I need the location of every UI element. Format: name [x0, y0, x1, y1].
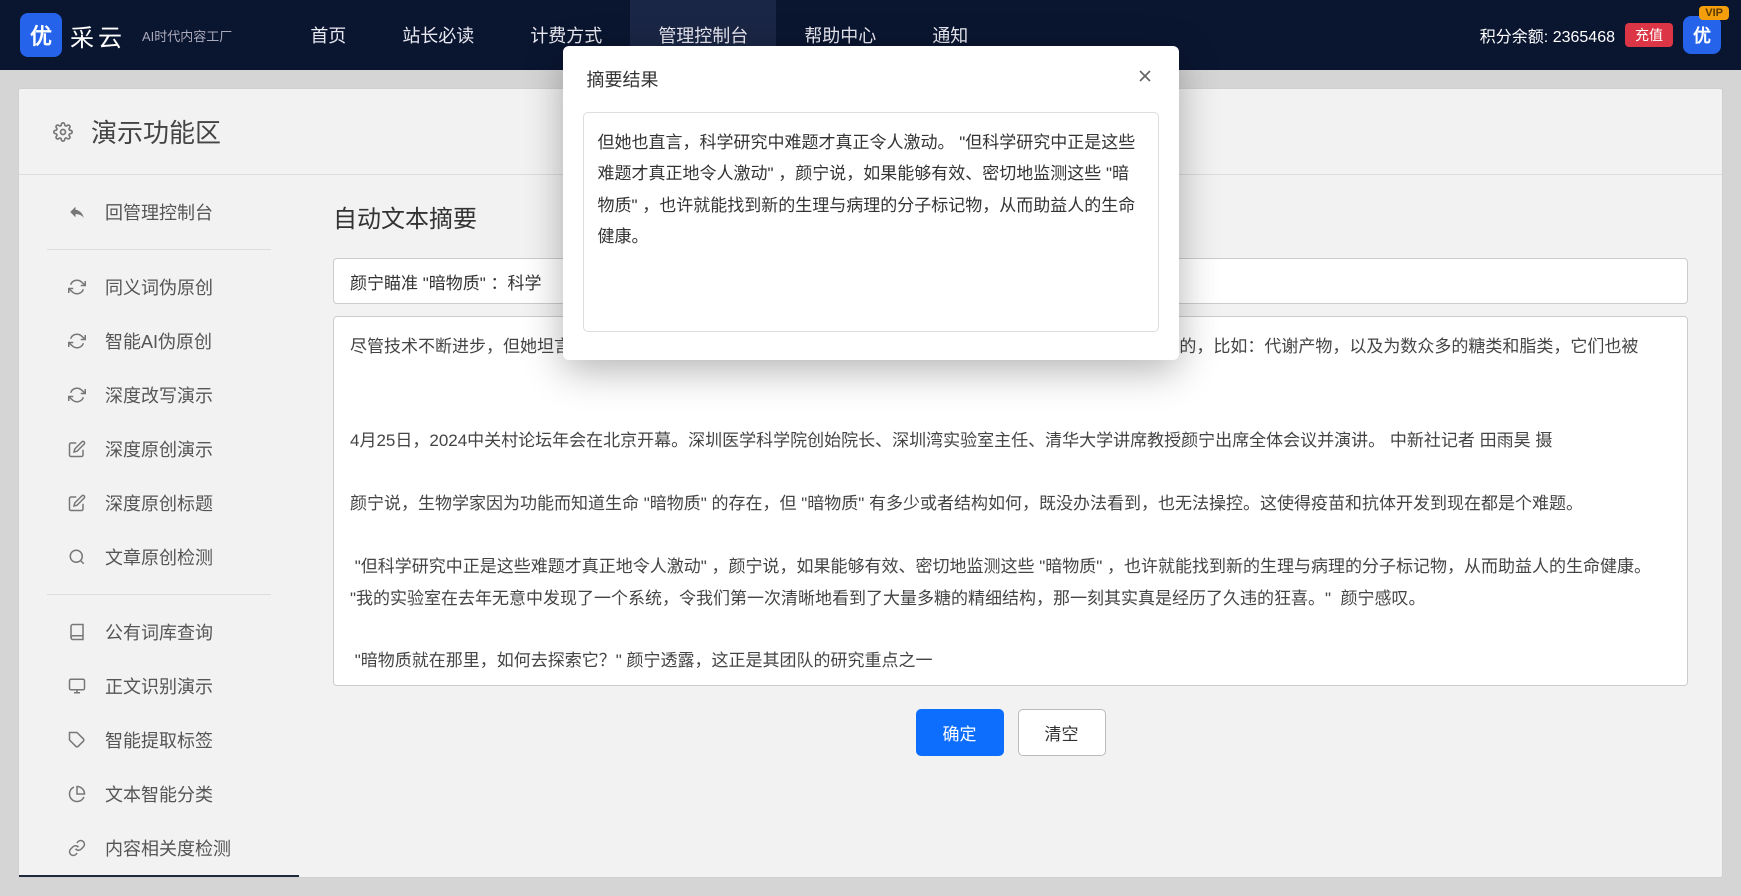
- sidebar-back[interactable]: 回管理控制台: [19, 185, 299, 239]
- modal-body: 但她也直言，科学研究中难题才真正令人激动。 "但科学研究中正是这些难题才真正地令…: [563, 112, 1179, 360]
- logo-badge: 优: [20, 13, 62, 57]
- modal-header: 摘要结果: [563, 46, 1179, 112]
- nav-home[interactable]: 首页: [282, 0, 374, 72]
- modal-title: 摘要结果: [587, 66, 659, 92]
- sidebar-item-label: 同义词伪原创: [105, 274, 213, 300]
- nav-label: 首页: [310, 26, 346, 46]
- refresh-icon: [67, 385, 87, 405]
- sidebar-item-label: 正文识别演示: [105, 673, 213, 699]
- search-icon: [67, 547, 87, 567]
- sidebar-back-label: 回管理控制台: [105, 199, 213, 225]
- sidebar-ai[interactable]: 智能AI伪原创: [19, 314, 299, 368]
- sidebar-item-label: 文章原创检测: [105, 544, 213, 570]
- book-icon: [67, 622, 87, 642]
- sidebar-title[interactable]: 深度原创标题: [19, 476, 299, 530]
- sidebar-divider: [47, 249, 271, 250]
- close-icon: [1135, 66, 1155, 86]
- pie-icon: [67, 784, 87, 804]
- back-icon: [67, 202, 87, 222]
- tag-icon: [67, 730, 87, 750]
- modal-close-button[interactable]: [1135, 66, 1155, 92]
- submit-button[interactable]: 确定: [916, 709, 1004, 756]
- sidebar-rewrite[interactable]: 深度改写演示: [19, 368, 299, 422]
- sidebar-dict[interactable]: 公有词库查询: [19, 605, 299, 659]
- recharge-button[interactable]: 充值: [1625, 23, 1673, 47]
- monitor-icon: [67, 676, 87, 696]
- sidebar-classify[interactable]: 文本智能分类: [19, 767, 299, 821]
- sidebar-item-label: 公有词库查询: [105, 619, 213, 645]
- summary-result: 但她也直言，科学研究中难题才真正令人激动。 "但科学研究中正是这些难题才真正地令…: [583, 112, 1159, 332]
- summary-modal: 摘要结果 但她也直言，科学研究中难题才真正令人激动。 "但科学研究中正是这些难题…: [563, 46, 1179, 360]
- logo-subtitle: AI时代内容工厂: [142, 26, 232, 45]
- actions: 确定 清空: [333, 709, 1688, 756]
- clear-button[interactable]: 清空: [1018, 709, 1106, 756]
- sidebar-tag[interactable]: 智能提取标签: [19, 713, 299, 767]
- nav-mustread[interactable]: 站长必读: [374, 0, 502, 72]
- sidebar-synonym[interactable]: 同义词伪原创: [19, 260, 299, 314]
- refresh-icon: [67, 277, 87, 297]
- edit-icon: [67, 493, 87, 513]
- sidebar-item-label: 内容相关度检测: [105, 835, 231, 861]
- gear-icon: [53, 122, 73, 142]
- sidebar-item-label: 智能AI伪原创: [105, 328, 212, 354]
- panel-title-text: 演示功能区: [91, 113, 221, 150]
- logo-text: 采云: [70, 18, 126, 53]
- refresh-icon: [67, 331, 87, 351]
- sidebar-item-label: 深度原创演示: [105, 436, 213, 462]
- sidebar-item-label: 文本智能分类: [105, 781, 213, 807]
- sidebar-divider: [47, 594, 271, 595]
- sidebar-original[interactable]: 深度原创演示: [19, 422, 299, 476]
- points-balance: 积分余额: 2365468: [1480, 23, 1615, 47]
- sidebar-item-label: 智能提取标签: [105, 727, 213, 753]
- sidebar-item-label: 深度改写演示: [105, 382, 213, 408]
- sidebar-body[interactable]: 正文识别演示: [19, 659, 299, 713]
- edit-icon: [67, 439, 87, 459]
- header-right: 积分余额: 2365468 充值 优 VIP: [1480, 16, 1721, 54]
- sidebar: 回管理控制台 同义词伪原创 智能AI伪原创 深度改写演示 深度原创演示 深度原创…: [19, 175, 299, 877]
- link-icon: [67, 838, 87, 858]
- sidebar-summary[interactable]: 自动文本摘要: [19, 875, 299, 877]
- logo[interactable]: 优 采云 AI时代内容工厂: [20, 13, 232, 57]
- sidebar-item-label: 深度原创标题: [105, 490, 213, 516]
- content-textarea[interactable]: [333, 316, 1688, 686]
- sidebar-detect[interactable]: 文章原创检测: [19, 530, 299, 584]
- vip-tag: VIP: [1699, 6, 1729, 20]
- vip-badge[interactable]: 优 VIP: [1683, 16, 1721, 54]
- sidebar-relevance[interactable]: 内容相关度检测: [19, 821, 299, 875]
